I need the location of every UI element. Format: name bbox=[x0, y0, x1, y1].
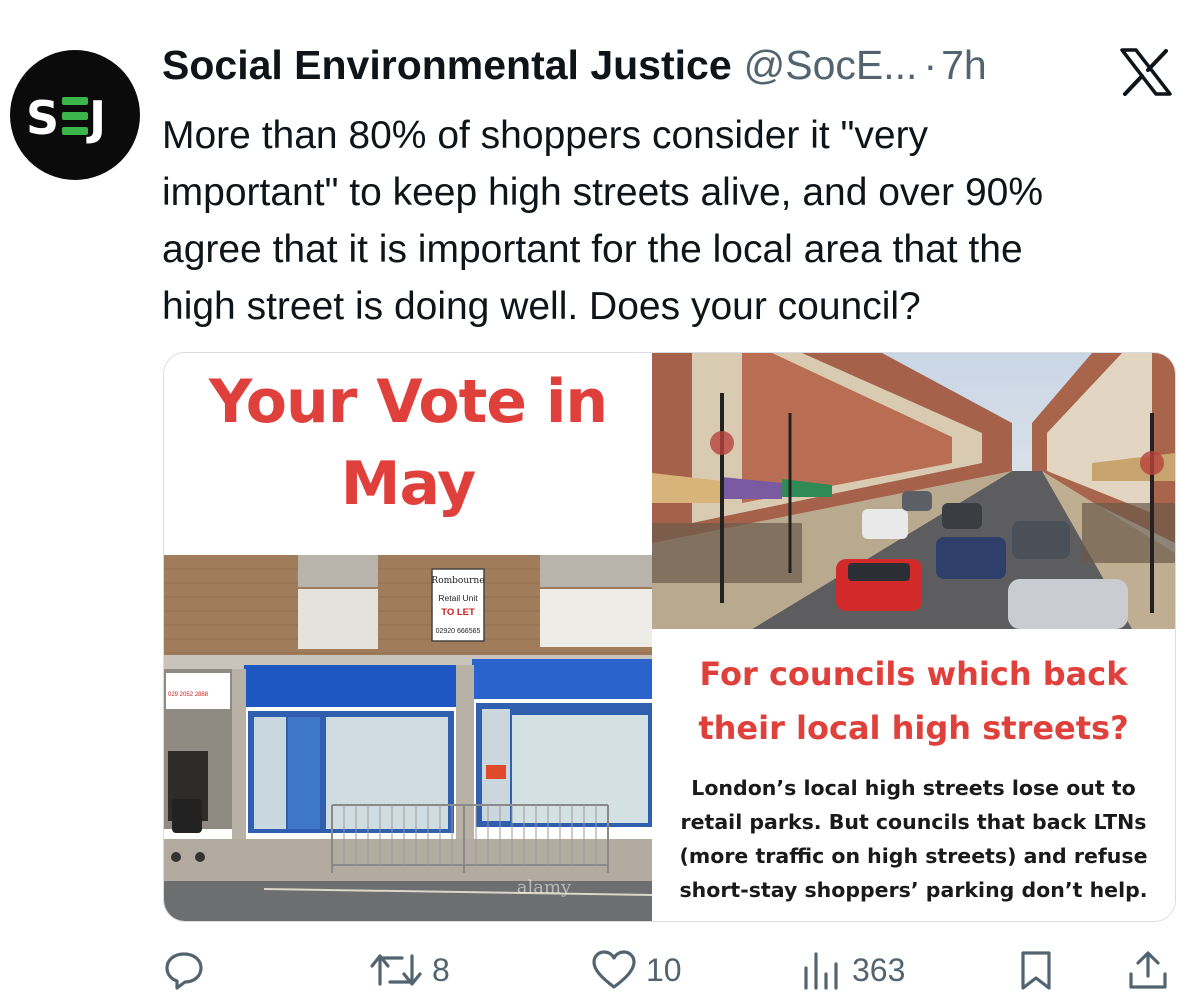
vote-headline: Your Vote in May bbox=[164, 361, 652, 525]
like-count: 10 bbox=[646, 951, 682, 988]
author-avatar[interactable]: S J bbox=[10, 50, 140, 180]
councils-body-line: (more traffic on high streets) and refus… bbox=[679, 844, 1148, 868]
views-count: 363 bbox=[852, 951, 906, 988]
retweet-count: 8 bbox=[432, 951, 450, 988]
bookmark-button[interactable] bbox=[1014, 940, 1058, 1000]
side-phone: 029 2052 2888 bbox=[168, 692, 209, 698]
tweet-text-line: important" to keep high streets alive, a… bbox=[162, 171, 1044, 214]
councils-body-line: retail parks. But councils that back LTN… bbox=[680, 810, 1147, 834]
retweet-icon bbox=[370, 954, 422, 986]
reply-button[interactable] bbox=[162, 940, 214, 1000]
tweet-text-line: More than 80% of shoppers consider it "v… bbox=[162, 114, 929, 157]
avatar-bar bbox=[62, 97, 88, 105]
avatar-bar bbox=[62, 112, 88, 120]
sej-logo: S J bbox=[26, 91, 106, 145]
heart-icon bbox=[592, 950, 636, 989]
reply-icon bbox=[165, 952, 203, 990]
retweet-button[interactable]: 8 bbox=[368, 940, 450, 1000]
share-button[interactable] bbox=[1126, 940, 1170, 1000]
share-icon bbox=[1129, 951, 1167, 989]
busy-high-street-photo bbox=[652, 353, 1175, 629]
tweet-text: More than 80% of shoppers consider it "v… bbox=[162, 107, 1182, 335]
tweet-text-line: high street is doing well. Does your cou… bbox=[162, 285, 921, 328]
councils-question-line: For councils which back bbox=[699, 655, 1128, 693]
x-logo-icon[interactable] bbox=[1120, 48, 1172, 96]
tweet-media-image[interactable]: Your Vote in May Rombourne Retail Unit T… bbox=[163, 352, 1176, 922]
author-handle[interactable]: @SocE... bbox=[744, 42, 918, 89]
sign-brand: Rombourne bbox=[431, 576, 484, 586]
bookmark-icon bbox=[1021, 951, 1051, 990]
author-name[interactable]: Social Environmental Justice bbox=[162, 42, 732, 89]
right-panel: For councils which back their local high… bbox=[652, 629, 1175, 921]
councils-body-line: London’s local high streets lose out to bbox=[691, 776, 1136, 800]
vote-headline-line: May bbox=[340, 449, 476, 519]
views-button[interactable]: 363 bbox=[800, 940, 905, 1000]
views-icon bbox=[804, 952, 838, 990]
avatar-letter-j: J bbox=[86, 91, 106, 145]
sign-line1: Retail Unit bbox=[438, 593, 478, 603]
like-button[interactable]: 10 bbox=[590, 940, 682, 1000]
councils-question: For councils which back their local high… bbox=[652, 647, 1175, 755]
councils-body-line: short-stay shoppers’ parking don’t help. bbox=[679, 878, 1148, 902]
councils-body: London’s local high streets lose out to … bbox=[652, 771, 1175, 907]
empty-shopfront-photo: Rombourne Retail Unit TO LET 02920 66656… bbox=[164, 555, 652, 921]
avatar-letter-s: S bbox=[26, 91, 59, 145]
tweet-text-line: agree that it is important for the local… bbox=[162, 228, 1023, 271]
vote-headline-line: Your Vote in bbox=[208, 367, 608, 437]
tweet-header: Social Environmental Justice @SocE... · … bbox=[162, 42, 987, 102]
tweet-action-bar: 8 10 363 bbox=[160, 940, 1180, 1000]
watermark: alamy bbox=[517, 877, 572, 898]
timestamp[interactable]: 7h bbox=[941, 42, 987, 89]
separator-dot: · bbox=[923, 42, 938, 88]
sign-line2: TO LET bbox=[441, 607, 475, 618]
avatar-bar bbox=[62, 127, 88, 135]
councils-question-line: their local high streets? bbox=[698, 709, 1129, 747]
left-panel: Your Vote in May Rombourne Retail Unit T… bbox=[164, 353, 652, 921]
sign-phone: 02920 666565 bbox=[436, 628, 481, 635]
